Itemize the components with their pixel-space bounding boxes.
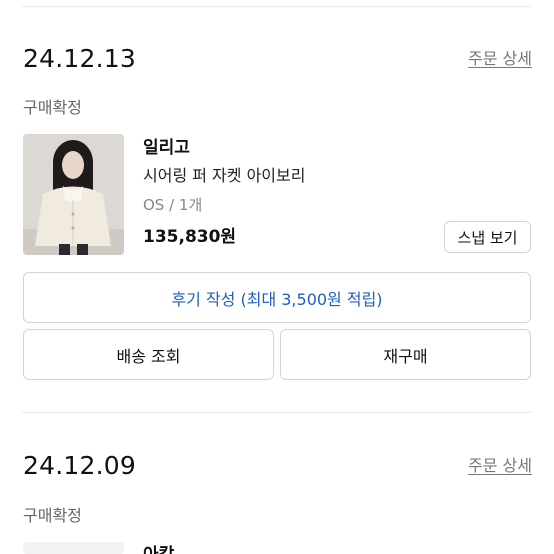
order-detail-link[interactable]: 주문 상세: [468, 49, 532, 69]
product-thumbnail[interactable]: [23, 542, 124, 554]
product-thumbnail[interactable]: [23, 134, 124, 255]
top-divider: [22, 6, 532, 7]
rebuy-button[interactable]: 재구매: [280, 329, 531, 380]
order-date: 24.12.13: [23, 44, 136, 73]
product-name[interactable]: 시어링 퍼 자켓 아이보리: [143, 166, 305, 186]
write-review-button[interactable]: 후기 작성 (최대 3,500원 적립): [23, 272, 531, 323]
order-status: 구매확정: [23, 506, 82, 525]
order-divider: [22, 412, 532, 413]
order-detail-link[interactable]: 주문 상세: [468, 456, 532, 476]
product-photo-icon: [23, 134, 124, 255]
product-brand[interactable]: 아캄: [143, 544, 174, 554]
order-date: 24.12.09: [23, 451, 136, 480]
delivery-tracking-button[interactable]: 배송 조회: [23, 329, 274, 380]
product-brand[interactable]: 일리고: [143, 137, 190, 159]
snap-view-button[interactable]: 스냅 보기: [444, 221, 531, 253]
product-price: 135,830원: [143, 227, 237, 247]
order-status: 구매확정: [23, 98, 82, 117]
product-option: OS / 1개: [143, 196, 203, 214]
